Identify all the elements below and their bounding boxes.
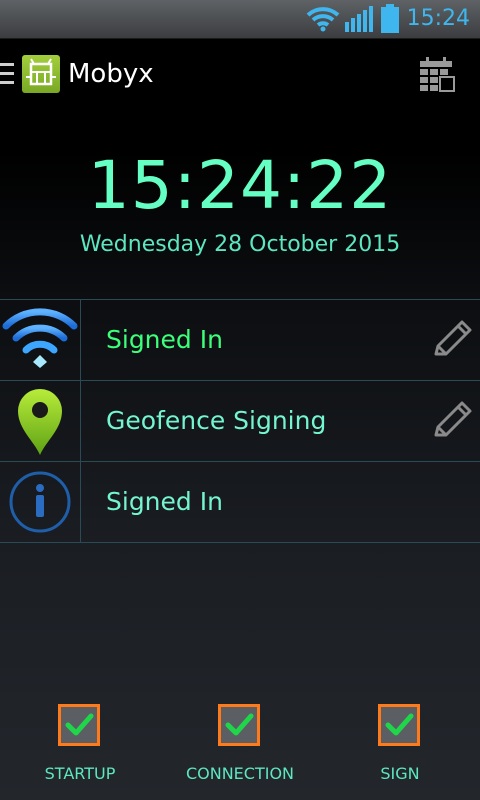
action-bar: Mobyx xyxy=(0,39,480,111)
geofence-status-label: Geofence Signing xyxy=(106,406,327,435)
status-row-geofence[interactable]: Geofence Signing xyxy=(0,380,480,461)
sign-status-label: Signed In xyxy=(106,487,223,516)
menu-icon[interactable] xyxy=(0,61,16,87)
calendar-button[interactable] xyxy=(418,55,458,95)
status-list: Signed In Geofence Signing Signed In xyxy=(0,299,480,543)
clock-date: Wednesday 28 October 2015 xyxy=(79,232,401,257)
screen: 15:24 Mobyx 15:24:22 Wednesday 28 Octobe… xyxy=(0,0,480,800)
connection-toggle[interactable]: CONNECTION xyxy=(160,704,320,794)
status-row-sign[interactable]: Signed In xyxy=(0,461,480,543)
edit-button[interactable] xyxy=(428,316,476,364)
row-icon-cell xyxy=(0,462,81,542)
sign-checkbox[interactable] xyxy=(378,704,420,746)
wifi-icon xyxy=(306,7,340,32)
signal-icon xyxy=(345,6,373,32)
robot-icon xyxy=(26,58,56,86)
startup-toggle[interactable]: STARTUP xyxy=(0,704,160,794)
status-time: 15:24 xyxy=(406,6,470,31)
wifi-icon xyxy=(2,308,78,368)
pencil-icon xyxy=(434,320,472,356)
app-logo[interactable] xyxy=(22,55,60,93)
edit-button[interactable] xyxy=(428,397,476,445)
sign-label: SIGN xyxy=(380,764,420,783)
connection-status-label: Signed In xyxy=(106,325,223,354)
checkmark-icon xyxy=(65,713,94,736)
startup-label: STARTUP xyxy=(44,764,116,783)
connection-label: CONNECTION xyxy=(185,764,295,783)
clock-time: 15:24:22 xyxy=(87,147,393,224)
calendar-icon xyxy=(420,57,455,92)
pencil-icon xyxy=(434,401,472,437)
map-pin-icon xyxy=(18,389,62,455)
status-bar: 15:24 xyxy=(0,0,480,39)
checkmark-icon xyxy=(385,713,414,736)
sign-toggle[interactable]: SIGN xyxy=(320,704,480,794)
battery-icon xyxy=(381,4,399,33)
connection-checkbox[interactable] xyxy=(218,704,260,746)
checkmark-icon xyxy=(225,713,254,736)
startup-checkbox[interactable] xyxy=(58,704,100,746)
status-row-connection[interactable]: Signed In xyxy=(0,299,480,380)
info-icon xyxy=(9,471,71,533)
row-icon-cell xyxy=(0,381,81,461)
row-icon-cell xyxy=(0,300,81,380)
app-title: Mobyx xyxy=(68,59,154,89)
